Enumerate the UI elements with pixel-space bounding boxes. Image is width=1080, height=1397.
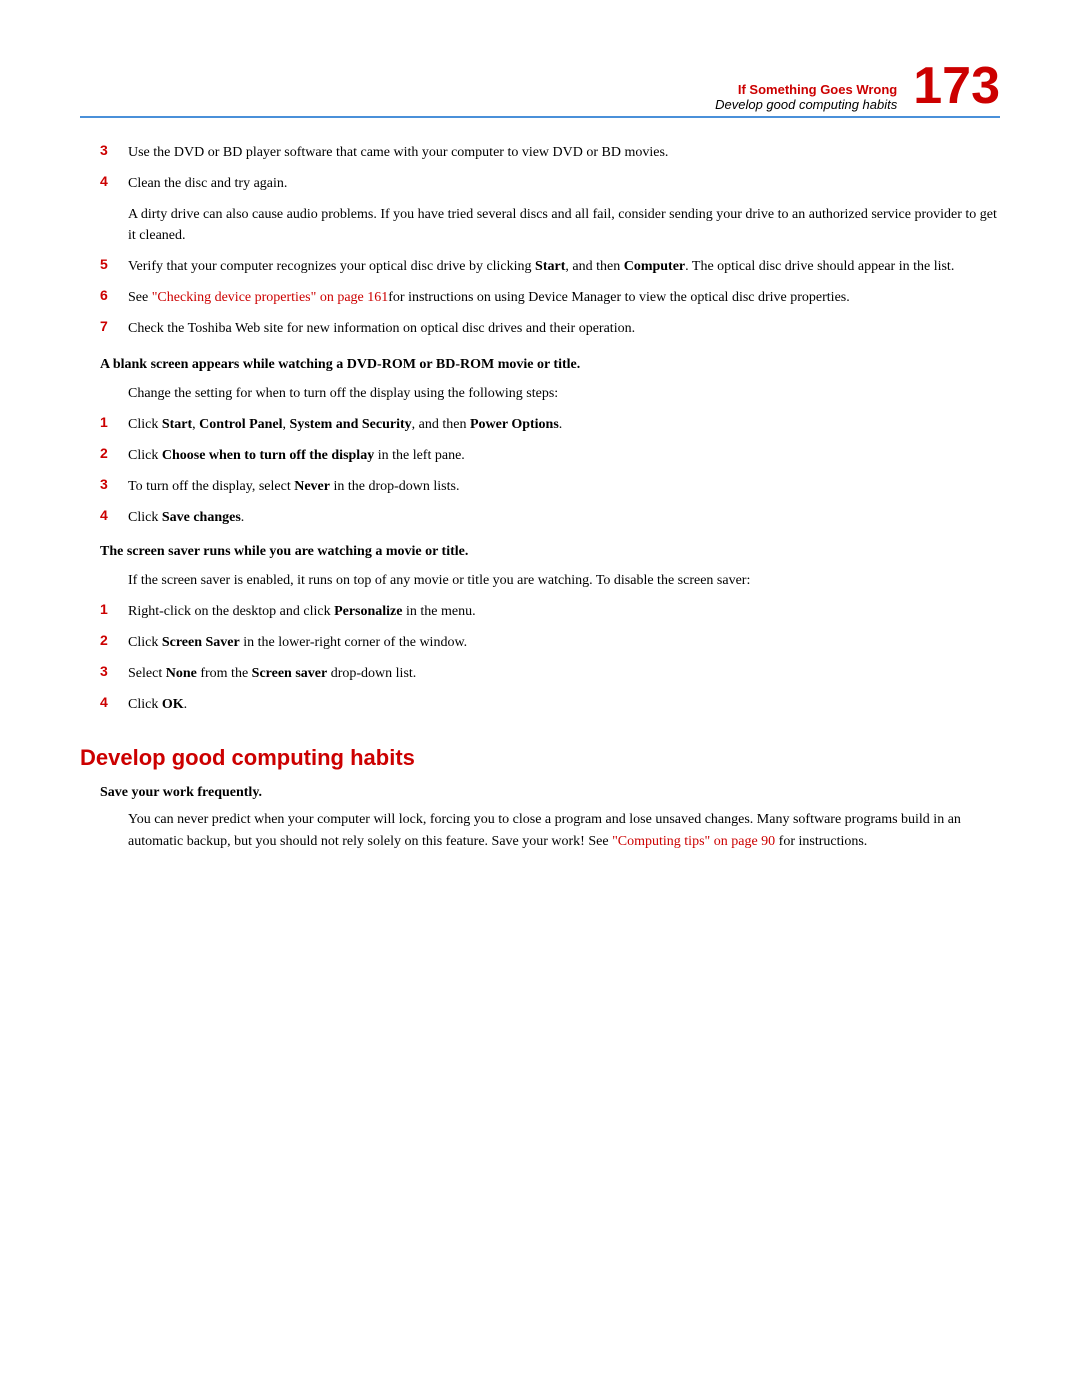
blank-screen-intro: Change the setting for when to turn off … — [80, 383, 1000, 404]
blank-step-number-2: 2 — [100, 445, 128, 466]
ss-step-content-1: Right-click on the desktop and click Per… — [128, 601, 1000, 622]
blank-step-content-2: Click Choose when to turn off the displa… — [128, 445, 1000, 466]
header-rule — [80, 116, 1000, 118]
ss-step-content-4: Click OK. — [128, 694, 1000, 715]
page-number: 173 — [913, 60, 1000, 112]
item-content-7: Check the Toshiba Web site for new infor… — [128, 318, 1000, 339]
blank-step-number-1: 1 — [100, 414, 128, 435]
blank-screen-heading: A blank screen appears while watching a … — [80, 357, 1000, 373]
item-number-6: 6 — [100, 287, 128, 308]
blank-step-content-3: To turn off the display, select Never in… — [128, 476, 1000, 497]
blank-step-number-4: 4 — [100, 507, 128, 528]
item-content-4: Clean the disc and try again. — [128, 173, 1000, 194]
page: If Something Goes Wrong Develop good com… — [0, 0, 1080, 1397]
item-content-6: See "Checking device properties" on page… — [128, 287, 1000, 308]
list-item: 3 To turn off the display, select Never … — [80, 476, 1000, 497]
header-chapter: If Something Goes Wrong — [80, 82, 897, 97]
device-properties-link[interactable]: "Checking device properties" on page 161 — [152, 290, 389, 305]
develop-habits-title: Develop good computing habits — [80, 745, 1000, 771]
ss-step-number-4: 4 — [100, 694, 128, 715]
ss-step-number-2: 2 — [100, 632, 128, 653]
item-number-5: 5 — [100, 256, 128, 277]
list-item: 1 Click Start, Control Panel, System and… — [80, 414, 1000, 435]
list-item: 3 Select None from the Screen saver drop… — [80, 663, 1000, 684]
ss-step-content-3: Select None from the Screen saver drop-d… — [128, 663, 1000, 684]
ss-step-number-3: 3 — [100, 663, 128, 684]
screen-saver-heading: The screen saver runs while you are watc… — [80, 544, 1000, 560]
header-section: Develop good computing habits — [80, 97, 897, 112]
ss-step-content-2: Click Screen Saver in the lower-right co… — [128, 632, 1000, 653]
blank-step-content-4: Click Save changes. — [128, 507, 1000, 528]
computing-tips-link[interactable]: "Computing tips" on page 90 — [612, 834, 775, 849]
screen-saver-intro: If the screen saver is enabled, it runs … — [80, 570, 1000, 591]
save-work-para: You can never predict when your computer… — [80, 809, 1000, 854]
item-number-7: 7 — [100, 318, 128, 339]
item-number-3: 3 — [100, 142, 128, 163]
item-content-5: Verify that your computer recognizes you… — [128, 256, 1000, 277]
list-item: 7 Check the Toshiba Web site for new inf… — [80, 318, 1000, 339]
list-item: 2 Click Choose when to turn off the disp… — [80, 445, 1000, 466]
page-header: If Something Goes Wrong Develop good com… — [80, 60, 1000, 112]
list-item: 4 Click Save changes. — [80, 507, 1000, 528]
list-item: 4 Clean the disc and try again. — [80, 173, 1000, 194]
list-item: 3 Use the DVD or BD player software that… — [80, 142, 1000, 163]
blank-step-content-1: Click Start, Control Panel, System and S… — [128, 414, 1000, 435]
item-content-3: Use the DVD or BD player software that c… — [128, 142, 1000, 163]
item-number-4: 4 — [100, 173, 128, 194]
save-work-heading: Save your work frequently. — [80, 785, 1000, 801]
sub-para-item4: A dirty drive can also cause audio probl… — [80, 204, 1000, 246]
blank-step-number-3: 3 — [100, 476, 128, 497]
ss-step-number-1: 1 — [100, 601, 128, 622]
list-item: 5 Verify that your computer recognizes y… — [80, 256, 1000, 277]
list-item: 4 Click OK. — [80, 694, 1000, 715]
list-item: 2 Click Screen Saver in the lower-right … — [80, 632, 1000, 653]
list-item: 1 Right-click on the desktop and click P… — [80, 601, 1000, 622]
list-item: 6 See "Checking device properties" on pa… — [80, 287, 1000, 308]
header-text-group: If Something Goes Wrong Develop good com… — [80, 82, 897, 112]
